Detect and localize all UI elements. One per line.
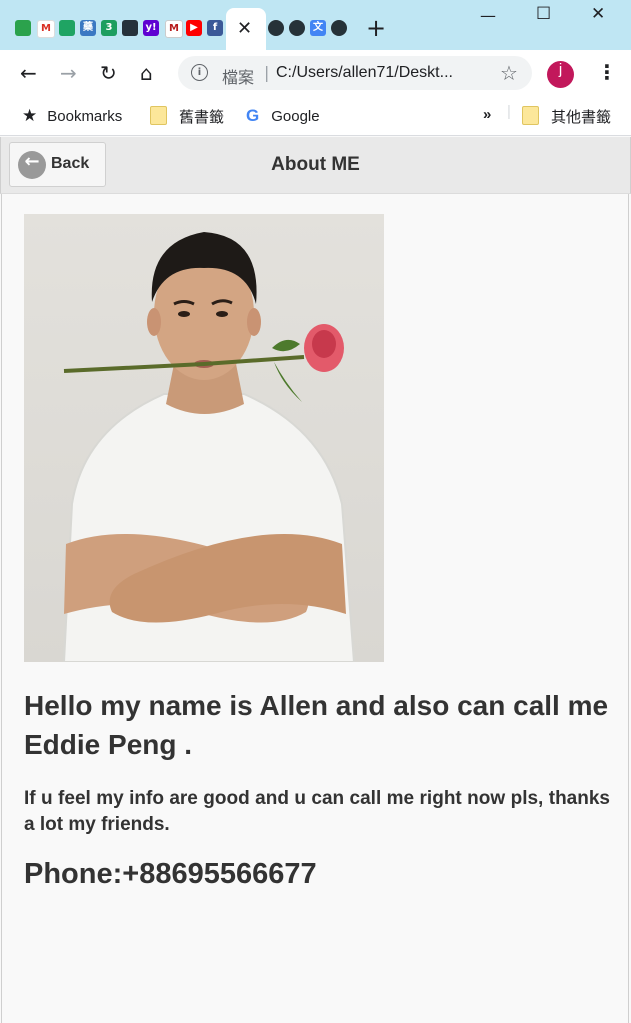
tab-favicon-4[interactable]: M <box>165 20 183 38</box>
back-arrow-icon[interactable]: ← <box>20 61 37 85</box>
star-icon: ★ <box>22 106 38 125</box>
maximize-icon[interactable]: ☐ <box>536 4 551 24</box>
bookmark-item-google[interactable]: G Google <box>246 106 320 126</box>
active-tab[interactable]: ✕ <box>226 8 266 50</box>
address-scheme: 檔案 <box>222 68 255 87</box>
tab-favicon-3[interactable] <box>122 20 138 36</box>
profile-photo <box>24 214 384 662</box>
bookmark-label: Bookmarks <box>47 108 123 125</box>
tab-favicon-5[interactable] <box>268 20 284 36</box>
close-tab-icon[interactable]: ✕ <box>237 18 252 39</box>
browser-chrome: M 藥 3 y! M ▶ f ✕ 文 + — ☐ ✕ ← → ↻ ⌂ i 檔案 … <box>0 0 631 136</box>
bookmark-label: Google <box>271 108 320 125</box>
person-with-rose-illustration <box>62 232 356 662</box>
translate-icon[interactable]: 文 <box>310 20 326 36</box>
drive-icon-2[interactable] <box>59 20 75 36</box>
forward-arrow-icon[interactable]: → <box>60 61 77 85</box>
tab-favicon[interactable]: 藥 <box>80 20 96 36</box>
home-icon[interactable]: ⌂ <box>140 61 153 85</box>
youtube-icon[interactable]: ▶ <box>186 20 202 36</box>
yahoo-icon[interactable]: y! <box>143 20 159 36</box>
page-title: About ME <box>271 154 360 175</box>
new-tab-icon[interactable]: + <box>366 14 386 42</box>
profile-avatar[interactable]: j <box>547 61 574 88</box>
address-separator: | <box>264 63 270 82</box>
gmail-icon[interactable]: M <box>37 20 55 38</box>
description-text: If u feel my info are good and u can cal… <box>24 788 610 835</box>
tab-favicon-6[interactable] <box>289 20 305 36</box>
address-url[interactable]: C:/Users/allen71/Deskt... <box>276 64 476 82</box>
tab-favicon-7[interactable] <box>331 20 347 36</box>
facebook-icon[interactable]: f <box>207 20 223 36</box>
drive-icon[interactable] <box>15 20 31 36</box>
reload-icon[interactable]: ↻ <box>100 61 117 85</box>
browser-toolbar: ← → ↻ ⌂ i 檔案 | C:/Users/allen71/Deskt...… <box>0 50 631 97</box>
bookmark-divider: | <box>507 103 511 120</box>
folder-icon <box>150 106 167 125</box>
window-close-icon[interactable]: ✕ <box>591 4 605 24</box>
bookmark-star-icon[interactable]: ☆ <box>500 61 518 85</box>
tab-favicon-2[interactable]: 3 <box>101 20 117 36</box>
info-icon[interactable]: i <box>191 64 208 81</box>
bookmark-item-old-bookmarks[interactable]: 舊書籤 <box>150 106 224 127</box>
minimize-icon[interactable]: — <box>480 6 496 25</box>
bookmark-item-bookmarks[interactable]: ★ Bookmarks <box>22 106 122 126</box>
browser-menu-icon[interactable]: ⋮ <box>597 60 617 84</box>
tab-strip: M 藥 3 y! M ▶ f ✕ 文 + — ☐ ✕ <box>0 0 631 50</box>
folder-icon <box>522 106 539 125</box>
bookmark-label: 舊書籤 <box>179 109 225 126</box>
address-bar[interactable]: i 檔案 | C:/Users/allen71/Deskt... ☆ <box>178 56 532 90</box>
phone-number: Phone:+88695566677 <box>24 858 317 890</box>
intro-heading: Hello my name is Allen and also can call… <box>24 690 609 760</box>
bookmark-label: 其他書籤 <box>551 109 612 126</box>
bookmark-item-other[interactable]: 其他書籤 <box>522 106 611 127</box>
bookmarks-overflow[interactable]: » <box>483 106 491 123</box>
page-header: ← Back About ME <box>0 137 631 194</box>
bookmarks-bar: ★ Bookmarks 舊書籤 G Google » | 其他書籤 <box>0 97 631 136</box>
page-content: Hello my name is Allen and also can call… <box>1 194 629 1023</box>
google-icon: G <box>246 106 260 125</box>
